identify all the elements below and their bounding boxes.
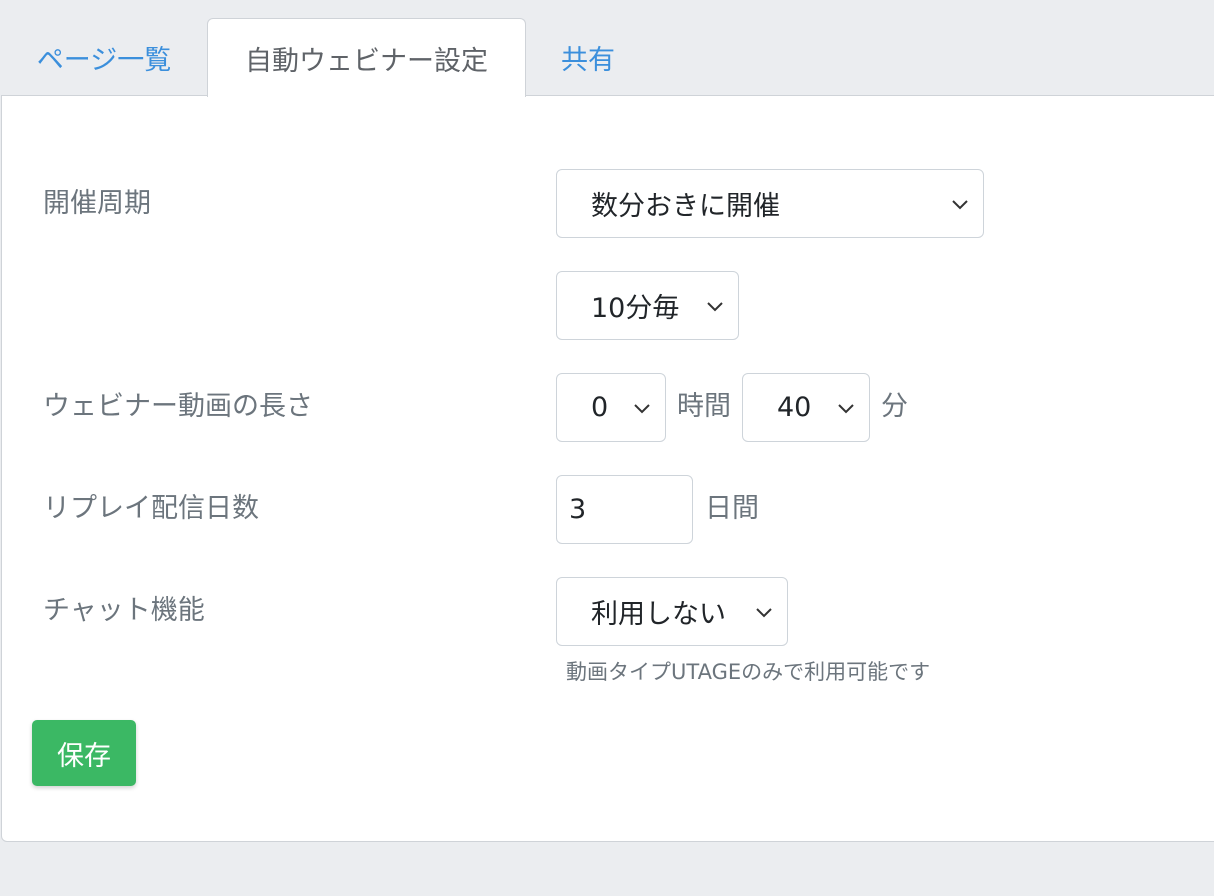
replay-days-unit: 日間 bbox=[705, 493, 759, 524]
chat-label: チャット機能 bbox=[43, 595, 205, 626]
interval-select-value: 10分毎 bbox=[591, 293, 680, 324]
video-length-label: ウェビナー動画の長さ bbox=[43, 391, 313, 422]
chat-hint: 動画タイプUTAGEのみで利用可能です bbox=[566, 660, 931, 684]
tab-page-list[interactable]: ページ一覧 bbox=[18, 18, 190, 96]
minutes-select-value: 40 bbox=[777, 392, 812, 423]
chevron-down-icon bbox=[707, 301, 723, 311]
chevron-down-icon bbox=[838, 403, 854, 413]
tab-bar: ページ一覧 自動ウェビナー設定 共有 bbox=[0, 0, 1214, 97]
replay-days-input[interactable]: 3 bbox=[556, 475, 693, 544]
minutes-select[interactable]: 40 bbox=[742, 373, 870, 442]
interval-select[interactable]: 10分毎 bbox=[556, 271, 739, 340]
chat-select[interactable]: 利用しない bbox=[556, 577, 788, 646]
hours-select-value: 0 bbox=[591, 392, 609, 423]
chevron-down-icon bbox=[952, 199, 968, 209]
chat-select-value: 利用しない bbox=[591, 599, 726, 630]
schedule-label: 開催周期 bbox=[43, 188, 151, 219]
replay-days-label: リプレイ配信日数 bbox=[43, 493, 259, 524]
schedule-select[interactable]: 数分おきに開催 bbox=[556, 169, 984, 238]
save-button[interactable]: 保存 bbox=[32, 720, 136, 786]
tab-auto-webinar-settings[interactable]: 自動ウェビナー設定 bbox=[207, 18, 526, 97]
schedule-select-value: 数分おきに開催 bbox=[591, 191, 780, 222]
tab-share[interactable]: 共有 bbox=[530, 18, 646, 96]
chevron-down-icon bbox=[634, 403, 650, 413]
chevron-down-icon bbox=[756, 607, 772, 617]
hours-select[interactable]: 0 bbox=[556, 373, 666, 442]
minutes-unit: 分 bbox=[881, 391, 908, 422]
hours-unit: 時間 bbox=[677, 391, 731, 422]
